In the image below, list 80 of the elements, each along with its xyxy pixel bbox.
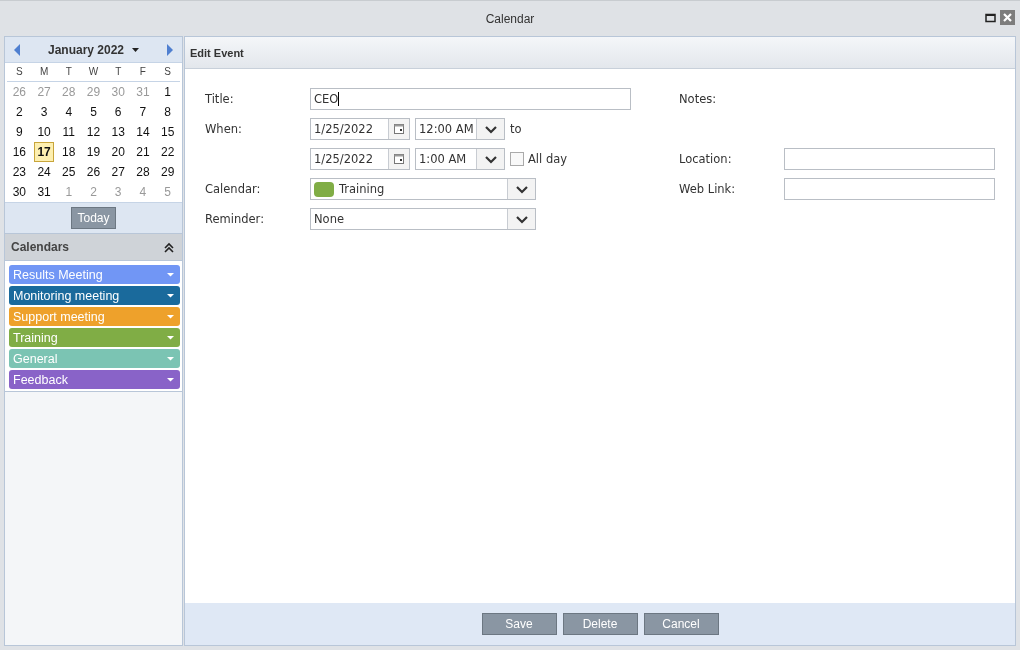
caret-icon[interactable] (132, 47, 140, 52)
calendar-day[interactable]: 4 (58, 102, 80, 122)
calendar-day[interactable]: 17 (33, 142, 55, 162)
chevron-down-icon[interactable] (515, 214, 528, 224)
section-header: Calendars (11, 240, 70, 254)
calendar-day[interactable]: 2 (9, 102, 30, 122)
calendar-day[interactable]: 14 (132, 122, 154, 142)
calendar-day[interactable]: 21 (132, 142, 154, 162)
calendar-dropdown[interactable]: Training (310, 178, 536, 200)
all-day-checkbox[interactable]: All day (510, 152, 568, 166)
calendar-day[interactable]: 27 (107, 162, 129, 182)
next-month-icon[interactable] (166, 42, 174, 57)
calendar-name: General (13, 351, 58, 366)
calendar-day[interactable]: 7 (132, 102, 154, 122)
calendar-day[interactable]: 20 (107, 142, 129, 162)
weekday-label: S (15, 65, 24, 79)
field-label: Title: (205, 91, 235, 108)
calendar-day[interactable]: 28 (132, 162, 154, 182)
maximize-icon[interactable] (985, 12, 996, 23)
calendar-day[interactable]: 24 (33, 162, 55, 182)
calendar-name: Training (13, 330, 58, 345)
field-label: Calendar: (205, 181, 262, 198)
chevron-down-icon[interactable] (515, 184, 528, 194)
calendar-day[interactable]: 16 (9, 142, 30, 162)
field-label: When: (205, 121, 243, 138)
calendar-day[interactable]: 12 (83, 122, 104, 142)
calendar-item[interactable]: Feedback (9, 370, 180, 389)
date-field[interactable]: 1/25/2022 (310, 148, 410, 170)
calendar-day[interactable]: 26 (83, 162, 104, 182)
field-label: Web Link: (679, 181, 737, 198)
title-field[interactable]: CEO (310, 88, 631, 110)
calendar-day[interactable]: 19 (83, 142, 104, 162)
chevron-down-icon[interactable] (484, 124, 497, 134)
calendar-day[interactable]: 5 (83, 102, 104, 122)
calendar-day[interactable]: 1 (157, 82, 178, 102)
web-link-field[interactable] (784, 178, 995, 200)
calendar-day[interactable]: 18 (58, 142, 80, 162)
weekday-label: T (64, 65, 73, 79)
calendar-day[interactable]: 6 (107, 102, 129, 122)
weekday-label: W (87, 65, 100, 79)
calendar-name: Monitoring meeting (13, 288, 120, 303)
to-label: to (510, 122, 522, 136)
caret-icon[interactable] (167, 293, 174, 298)
calendar-day[interactable]: 22 (157, 142, 178, 162)
panel-header: Edit Event (185, 37, 1015, 69)
window-title: Calendar (485, 11, 535, 26)
previous-month-icon[interactable] (13, 42, 21, 57)
calendar-day[interactable]: 31 (33, 182, 55, 202)
field-label: Reminder: (205, 211, 265, 228)
field-label: Notes: (679, 91, 718, 108)
calendar-day[interactable]: 30 (9, 182, 30, 202)
time-dropdown[interactable]: 12:00 AM (415, 118, 505, 140)
calendar-day[interactable]: 3 (33, 102, 55, 122)
calendar-name: Results Meeting (13, 267, 103, 282)
weekday-label: T (114, 65, 123, 79)
collapse-icon[interactable] (164, 241, 174, 253)
chevron-down-icon[interactable] (484, 154, 497, 164)
calendar-day[interactable]: 11 (58, 122, 80, 142)
calendar-name: Feedback (13, 372, 68, 387)
weekday-label: S (163, 65, 172, 79)
calendar-day[interactable]: 10 (33, 122, 55, 142)
weekday-label: M (38, 65, 50, 79)
calendar-icon[interactable] (394, 124, 404, 134)
calendar-day[interactable]: 29 (157, 162, 178, 182)
calendar-day[interactable]: 23 (9, 162, 30, 182)
time-dropdown[interactable]: 1:00 AM (415, 148, 505, 170)
date-field[interactable]: 1/25/2022 (310, 118, 410, 140)
calendar-item[interactable]: Monitoring meeting (9, 286, 180, 305)
calendar-day[interactable]: 25 (58, 162, 80, 182)
weekday-label: F (138, 65, 147, 79)
calendar-day[interactable]: 8 (157, 102, 178, 122)
close-icon[interactable] (1000, 10, 1015, 25)
field-label: Location: (679, 151, 733, 168)
calendar-icon[interactable] (394, 154, 404, 164)
calendar-day[interactable]: 15 (157, 122, 178, 142)
reminder-dropdown[interactable]: None (310, 208, 536, 230)
calendar-name: Support meeting (13, 309, 105, 324)
calendar-day[interactable]: 13 (107, 122, 129, 142)
location-field[interactable] (784, 148, 995, 170)
calendar-day[interactable]: 9 (9, 122, 30, 142)
